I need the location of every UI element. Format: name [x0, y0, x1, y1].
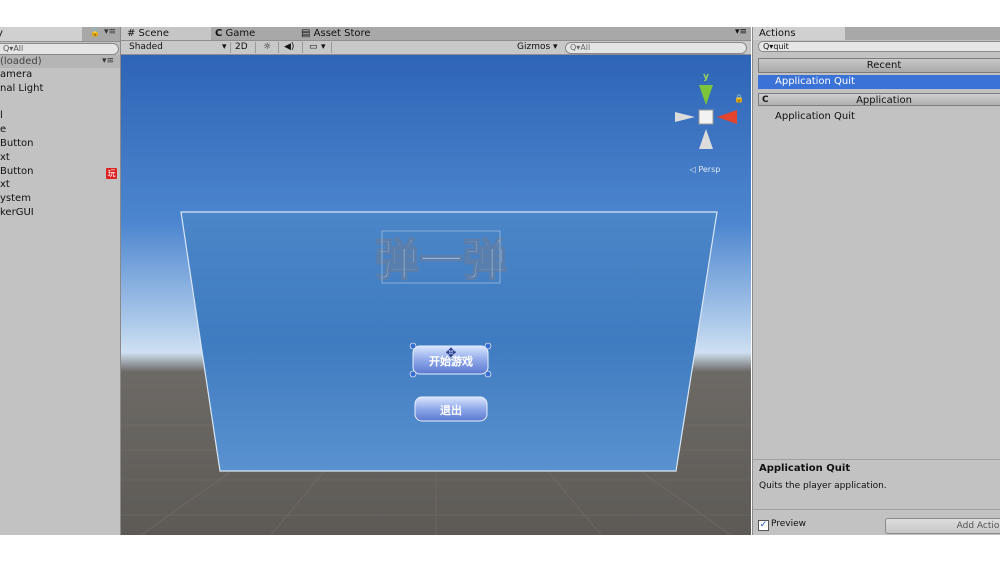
description-title: Application Quit — [759, 463, 851, 474]
playmaker-badge-icon[interactable]: 玩 — [106, 168, 117, 179]
tab-asset-store[interactable]: ▤ Asset Store — [301, 27, 401, 40]
divider — [753, 509, 1000, 510]
recent-header[interactable]: Recent — [758, 58, 1000, 73]
scene-search-input[interactable]: Q▾All — [565, 42, 747, 54]
hierarchy-item[interactable]: Button — [0, 165, 120, 179]
scene-menu-icon[interactable]: ▾≡ — [102, 55, 114, 68]
hierarchy-search: Q▾All — [0, 42, 120, 55]
hierarchy-tab-label: y — [0, 28, 3, 39]
gizmo-lock-icon: 🔒 — [734, 94, 744, 103]
tab-asset-store-label: Asset Store — [313, 28, 371, 39]
actions-tabbar: Actions — [753, 27, 1000, 40]
hierarchy-panel: y 🔒 ▾≡ Q▾All (loaded) ▾≡ amera nal Light… — [0, 27, 121, 535]
add-action-button[interactable]: Add Action To S — [885, 518, 1000, 534]
hierarchy-tab[interactable]: y — [0, 27, 82, 41]
scene-root-row[interactable]: (loaded) ▾≡ — [0, 55, 120, 68]
scene-panel: # Scene C Game ▤ Asset Store ▾≡ Shaded ▾… — [121, 27, 751, 535]
shading-label: Shaded — [129, 42, 163, 52]
hierarchy-item[interactable]: xt — [0, 178, 120, 192]
panel-menu-icon[interactable]: ▾≡ — [104, 27, 116, 37]
preview-toggle[interactable]: ✓ Preview — [758, 519, 806, 531]
gizmo-y-label: y — [703, 72, 709, 82]
panel-menu-icon[interactable]: ▾≡ — [735, 27, 747, 37]
asset-store-icon: ▤ — [301, 28, 311, 39]
hierarchy-search-input[interactable]: Q▾All — [0, 43, 119, 55]
tab-game[interactable]: C Game — [215, 27, 299, 40]
scene-toolbar: Shaded ▾ 2D ☼ ◀) ▭ ▾ Gizmos ▾ Q▾All — [121, 41, 751, 55]
preview-label: Preview — [771, 519, 807, 529]
hierarchy-item[interactable]: amera — [0, 68, 120, 82]
divider — [753, 459, 1000, 460]
lighting-icon[interactable]: ☼ — [263, 41, 271, 54]
category-label: Application — [856, 95, 912, 106]
category-header[interactable]: C Application — [758, 93, 1000, 106]
2d-toggle[interactable]: 2D — [235, 41, 248, 54]
action-list-item[interactable]: Application Quit — [775, 110, 855, 124]
shading-dropdown[interactable]: Shaded — [129, 41, 229, 54]
divider — [278, 42, 279, 53]
hierarchy-tabbar: y 🔒 ▾≡ — [0, 27, 120, 42]
game-icon: C — [215, 28, 223, 39]
divider — [302, 42, 303, 53]
hierarchy-item[interactable]: Button — [0, 137, 120, 151]
hierarchy-item[interactable]: xt — [0, 151, 120, 165]
exit-label: 退出 — [440, 403, 462, 417]
gizmos-label: Gizmos — [517, 42, 551, 52]
hierarchy-item[interactable]: l — [0, 109, 120, 123]
hierarchy-item[interactable]: e — [0, 123, 120, 137]
effects-icon[interactable]: ▭ — [309, 41, 318, 54]
divider — [230, 42, 231, 53]
actions-panel: Actions Q▾quit Recent Application Quit C… — [752, 27, 1000, 535]
tab-actions[interactable]: Actions — [753, 27, 845, 40]
divider — [255, 42, 256, 53]
scene-viewport[interactable]: 弹一弹 开始游戏 ✥ 退出 y 🔒 ◁ Persp — [121, 55, 751, 535]
hierarchy-list: amera nal Light l e Button xt Button xt … — [0, 68, 120, 220]
divider — [331, 42, 332, 53]
scene-root-label: (loaded) — [0, 56, 42, 67]
persp-label: ◁ Persp — [689, 165, 721, 174]
chevron-down-icon: ▾ — [553, 42, 558, 52]
effects-dropdown-icon[interactable]: ▾ — [321, 41, 326, 54]
game-title: 弹一弹 — [375, 235, 507, 286]
tab-scene[interactable]: # Scene — [121, 27, 211, 40]
gizmos-dropdown[interactable]: Gizmos ▾ — [517, 41, 558, 54]
description-text: Quits the player application. — [759, 481, 887, 491]
actions-search: Q▾quit — [753, 40, 1000, 52]
actions-search-input[interactable]: Q▾quit — [758, 41, 1000, 52]
recent-item-selected[interactable]: Application Quit — [758, 75, 1000, 89]
hierarchy-item[interactable]: kerGUI — [0, 206, 120, 220]
tab-game-label: Game — [225, 28, 256, 39]
hierarchy-item[interactable]: ystem — [0, 192, 120, 206]
rect-transform-move-icon[interactable]: ✥ — [446, 346, 457, 361]
scene-tabbar: # Scene C Game ▤ Asset Store ▾≡ — [121, 27, 751, 41]
hierarchy-item[interactable] — [0, 96, 120, 110]
chevron-down-icon: ▾ — [222, 42, 227, 52]
lock-icon[interactable]: 🔒 — [90, 28, 100, 37]
preview-checkbox[interactable]: ✓ — [758, 520, 769, 531]
hierarchy-item[interactable]: nal Light — [0, 82, 120, 96]
audio-icon[interactable]: ◀) — [284, 41, 294, 54]
